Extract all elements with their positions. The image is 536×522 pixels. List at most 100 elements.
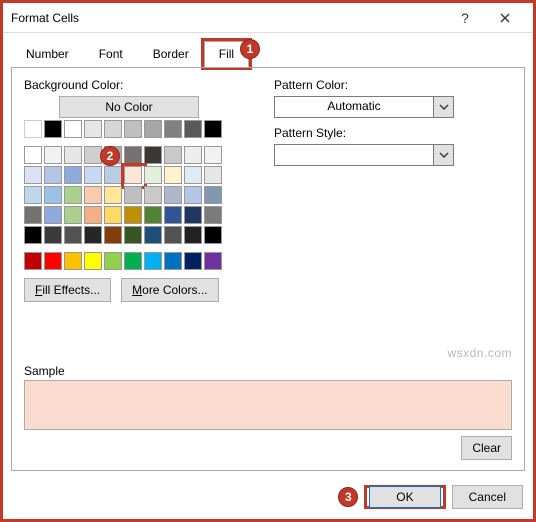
- color-swatch[interactable]: [64, 120, 82, 138]
- dialog-footer: 3 OK Cancel: [3, 479, 533, 519]
- color-swatch[interactable]: [24, 186, 42, 204]
- color-swatch[interactable]: [44, 186, 62, 204]
- color-swatch[interactable]: [164, 120, 182, 138]
- color-swatch[interactable]: [84, 120, 102, 138]
- color-swatch[interactable]: [124, 146, 142, 164]
- color-swatch[interactable]: [184, 146, 202, 164]
- chevron-down-icon: [433, 97, 453, 117]
- fill-effects-button[interactable]: Fill Effects...: [24, 278, 111, 302]
- color-swatch[interactable]: [64, 226, 82, 244]
- color-swatch[interactable]: [124, 186, 142, 204]
- color-swatch[interactable]: [104, 120, 122, 138]
- color-swatch[interactable]: [24, 226, 42, 244]
- color-swatch[interactable]: [204, 226, 222, 244]
- no-color-button[interactable]: No Color: [59, 96, 199, 118]
- pattern-style-label: Pattern Style:: [274, 126, 512, 140]
- ok-button[interactable]: OK: [369, 486, 440, 508]
- pattern-color-dropdown[interactable]: Automatic: [274, 96, 454, 118]
- color-swatch[interactable]: [104, 226, 122, 244]
- color-swatch[interactable]: [164, 206, 182, 224]
- sample-preview: [24, 380, 512, 430]
- color-swatch[interactable]: [24, 146, 42, 164]
- callout-2: 2: [100, 146, 120, 166]
- color-swatch[interactable]: [144, 166, 162, 184]
- bg-color-label: Background Color:: [24, 78, 234, 92]
- color-swatch[interactable]: [44, 120, 62, 138]
- color-swatch[interactable]: [204, 146, 222, 164]
- color-swatch[interactable]: [24, 206, 42, 224]
- pattern-color-label: Pattern Color:: [274, 78, 512, 92]
- tab-border[interactable]: Border: [138, 41, 204, 67]
- color-swatch[interactable]: [204, 206, 222, 224]
- color-swatch[interactable]: [144, 226, 162, 244]
- color-swatch[interactable]: [204, 120, 222, 138]
- color-swatch[interactable]: [84, 252, 102, 270]
- tab-number[interactable]: Number: [11, 41, 84, 67]
- color-swatch[interactable]: [184, 186, 202, 204]
- callout-1: 1: [240, 39, 260, 59]
- color-swatch[interactable]: [44, 226, 62, 244]
- color-swatch[interactable]: [184, 252, 202, 270]
- tabs: Number Font Border Fill: [3, 37, 533, 67]
- color-swatch[interactable]: [104, 186, 122, 204]
- color-swatch[interactable]: [204, 166, 222, 184]
- color-swatch[interactable]: [104, 206, 122, 224]
- color-swatch[interactable]: [124, 206, 142, 224]
- color-swatch[interactable]: [64, 186, 82, 204]
- color-swatch-grid: [24, 120, 226, 270]
- color-swatch[interactable]: [44, 252, 62, 270]
- titlebar: Format Cells ?: [3, 3, 533, 33]
- color-swatch[interactable]: [144, 186, 162, 204]
- color-swatch[interactable]: [124, 252, 142, 270]
- color-swatch[interactable]: [144, 206, 162, 224]
- color-swatch[interactable]: [184, 166, 202, 184]
- sample-label: Sample: [24, 344, 512, 378]
- color-swatch[interactable]: [164, 252, 182, 270]
- fill-panel: Background Color: No Color Fill Effects.…: [11, 67, 525, 471]
- color-swatch[interactable]: [64, 206, 82, 224]
- color-swatch[interactable]: [84, 226, 102, 244]
- color-swatch[interactable]: [64, 146, 82, 164]
- color-swatch[interactable]: [124, 226, 142, 244]
- color-swatch[interactable]: [124, 120, 142, 138]
- cancel-button[interactable]: Cancel: [452, 485, 523, 509]
- color-swatch[interactable]: [184, 226, 202, 244]
- color-swatch[interactable]: [84, 206, 102, 224]
- color-swatch[interactable]: [144, 146, 162, 164]
- color-swatch[interactable]: [24, 252, 42, 270]
- color-swatch[interactable]: [144, 252, 162, 270]
- color-swatch[interactable]: [124, 166, 142, 184]
- color-swatch[interactable]: [164, 226, 182, 244]
- color-swatch[interactable]: [164, 186, 182, 204]
- color-swatch[interactable]: [44, 146, 62, 164]
- color-swatch[interactable]: [104, 166, 122, 184]
- pattern-style-value: [275, 145, 433, 165]
- color-swatch[interactable]: [104, 252, 122, 270]
- color-swatch[interactable]: [84, 166, 102, 184]
- callout-3: 3: [338, 487, 358, 507]
- clear-button[interactable]: Clear: [461, 436, 512, 460]
- tab-font[interactable]: Font: [84, 41, 138, 67]
- color-swatch[interactable]: [164, 166, 182, 184]
- color-swatch[interactable]: [64, 166, 82, 184]
- more-colors-button[interactable]: More Colors...: [121, 278, 218, 302]
- close-button[interactable]: [485, 4, 525, 32]
- color-swatch[interactable]: [184, 206, 202, 224]
- color-swatch[interactable]: [184, 120, 202, 138]
- color-swatch[interactable]: [44, 206, 62, 224]
- close-icon: [500, 13, 510, 23]
- help-button[interactable]: ?: [445, 4, 485, 32]
- pattern-style-dropdown[interactable]: [274, 144, 454, 166]
- color-swatch[interactable]: [84, 186, 102, 204]
- color-swatch[interactable]: [144, 120, 162, 138]
- pattern-color-value: Automatic: [275, 97, 433, 117]
- color-swatch[interactable]: [64, 252, 82, 270]
- color-swatch[interactable]: [24, 166, 42, 184]
- color-swatch[interactable]: [24, 120, 42, 138]
- color-swatch[interactable]: [164, 146, 182, 164]
- color-swatch[interactable]: [204, 186, 222, 204]
- window-title: Format Cells: [11, 11, 445, 25]
- ok-highlight: OK: [364, 485, 445, 509]
- color-swatch[interactable]: [204, 252, 222, 270]
- color-swatch[interactable]: [44, 166, 62, 184]
